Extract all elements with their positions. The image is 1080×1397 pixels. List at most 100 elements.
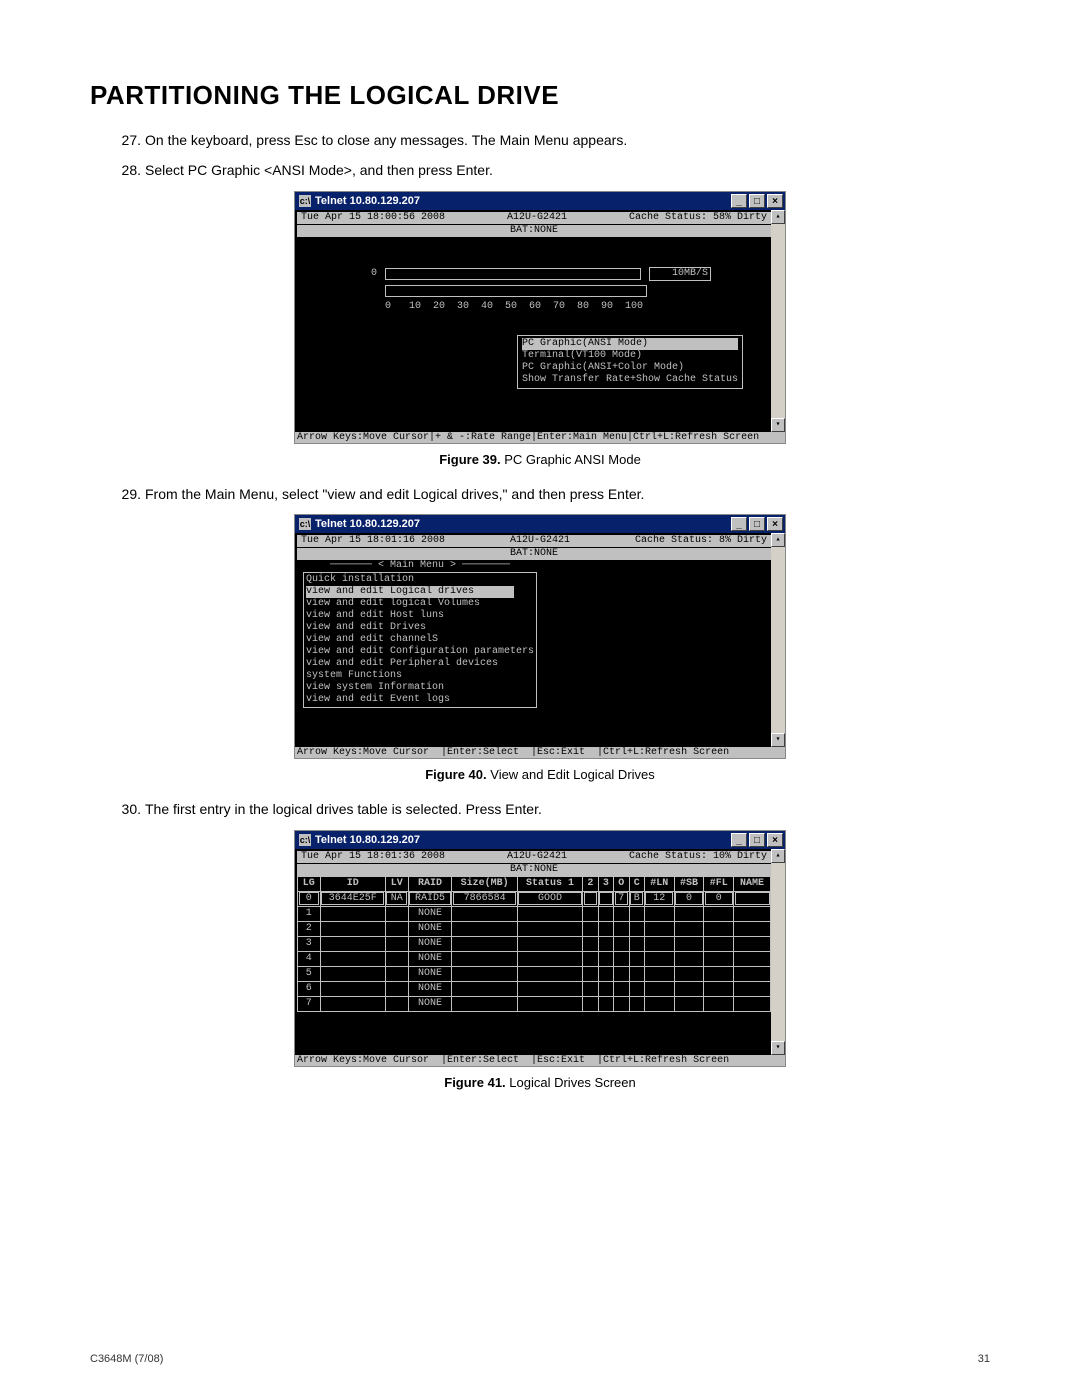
close-button[interactable]: ×: [767, 833, 783, 847]
page-footer: C3648M (7/08) 31: [90, 1353, 990, 1365]
table-cell: [644, 966, 674, 981]
table-cell: 6: [298, 981, 321, 996]
table-cell: [385, 981, 408, 996]
table-cell: [629, 921, 644, 936]
table-cell: [320, 966, 385, 981]
menu-item-pc-graphic-ansi[interactable]: PC Graphic(ANSI Mode): [522, 338, 738, 350]
table-cell: [614, 966, 629, 981]
table-cell: [629, 906, 644, 921]
table-header-cell: LV: [385, 876, 408, 891]
table-cell: [674, 921, 704, 936]
logical-drives-table[interactable]: LGIDLVRAIDSize(MB)Status 123OC#LN#SB#FLN…: [297, 876, 771, 1012]
menu-item-quick-install[interactable]: Quick installation: [306, 574, 534, 586]
table-cell: GOOD: [517, 891, 582, 906]
table-cell: 3: [298, 936, 321, 951]
table-cell: [704, 906, 734, 921]
menu-item-drives[interactable]: view and edit Drives: [306, 622, 534, 634]
table-cell: [614, 921, 629, 936]
table-cell: [517, 966, 582, 981]
table-cell: [704, 996, 734, 1011]
table-cell: [734, 996, 771, 1011]
scroll-up-icon[interactable]: ▴: [771, 210, 785, 224]
table-cell: [320, 906, 385, 921]
table-cell: 0: [674, 891, 704, 906]
table-row[interactable]: 3NONE: [298, 936, 771, 951]
table-header-cell: Status 1: [517, 876, 582, 891]
table-cell: [614, 936, 629, 951]
mode-menu[interactable]: PC Graphic(ANSI Mode) Terminal(VT100 Mod…: [517, 335, 743, 389]
table-row[interactable]: 4NONE: [298, 951, 771, 966]
scrollbar[interactable]: ▴ ▾: [771, 210, 785, 432]
table-row[interactable]: 7NONE: [298, 996, 771, 1011]
menu-item-config-params[interactable]: view and edit Configuration parameters: [306, 646, 534, 658]
table-cell: [320, 981, 385, 996]
table-row[interactable]: 1NONE: [298, 906, 771, 921]
table-cell: [629, 966, 644, 981]
step-29: 29.From the Main Menu, select "view and …: [145, 483, 990, 505]
table-cell: [452, 981, 517, 996]
scroll-up-icon[interactable]: ▴: [771, 533, 785, 547]
terminal-hints: Arrow Keys:Move Cursor |Enter:Select |Es…: [295, 1055, 785, 1066]
table-cell: 4: [298, 951, 321, 966]
close-button[interactable]: ×: [767, 194, 783, 208]
menu-item-channels[interactable]: view and edit channelS: [306, 634, 534, 646]
table-cell: [452, 921, 517, 936]
table-cell: [734, 966, 771, 981]
table-cell: [644, 951, 674, 966]
table-cell: [517, 981, 582, 996]
table-cell: [452, 996, 517, 1011]
terminal-hints: Arrow Keys:Move Cursor|+ & -:Rate Range|…: [295, 432, 785, 443]
maximize-button[interactable]: □: [749, 194, 765, 208]
minimize-button[interactable]: _: [731, 517, 747, 531]
footer-page-number: 31: [978, 1353, 990, 1365]
menu-item-terminal-vt100[interactable]: Terminal(VT100 Mode): [522, 350, 738, 362]
window-titlebar[interactable]: c:\ Telnet 10.80.129.207 _ □ ×: [295, 515, 785, 533]
menu-item-pc-graphic-ansi-color[interactable]: PC Graphic(ANSI+Color Mode): [522, 362, 738, 374]
table-row[interactable]: 6NONE: [298, 981, 771, 996]
table-cell: [385, 996, 408, 1011]
table-cell: [734, 906, 771, 921]
table-cell: 2: [298, 921, 321, 936]
cmd-icon: c:\: [299, 834, 311, 846]
scrollbar[interactable]: ▴ ▾: [771, 849, 785, 1055]
close-button[interactable]: ×: [767, 517, 783, 531]
menu-item-system-functions[interactable]: system Functions: [306, 670, 534, 682]
table-row[interactable]: 5NONE: [298, 966, 771, 981]
scroll-down-icon[interactable]: ▾: [771, 733, 785, 747]
menu-item-host-luns[interactable]: view and edit Host luns: [306, 610, 534, 622]
table-cell: [583, 921, 598, 936]
telnet-window-fig40: c:\ Telnet 10.80.129.207 _ □ × Tue Apr 1…: [295, 515, 785, 758]
window-titlebar[interactable]: c:\ Telnet 10.80.129.207 _ □ ×: [295, 831, 785, 849]
table-cell: 12: [644, 891, 674, 906]
table-cell: 0: [704, 891, 734, 906]
menu-item-show-transfer-cache[interactable]: Show Transfer Rate+Show Cache Status: [522, 374, 738, 386]
status-header: Tue Apr 15 18:00:56 2008 A12U-G2421 Cach…: [297, 212, 771, 224]
menu-item-system-info[interactable]: view system Information: [306, 682, 534, 694]
menu-item-peripheral[interactable]: view and edit Peripheral devices: [306, 658, 534, 670]
main-menu[interactable]: ─────── < Main Menu > ──────── Quick ins…: [303, 560, 537, 708]
table-header-cell: Size(MB): [452, 876, 517, 891]
maximize-button[interactable]: □: [749, 517, 765, 531]
table-row[interactable]: 2NONE: [298, 921, 771, 936]
table-header-cell: 3: [598, 876, 613, 891]
minimize-button[interactable]: _: [731, 833, 747, 847]
minimize-button[interactable]: _: [731, 194, 747, 208]
table-cell: [704, 966, 734, 981]
window-titlebar[interactable]: c:\ Telnet 10.80.129.207 _ □ ×: [295, 192, 785, 210]
step-28: 28.Select PC Graphic <ANSI Mode>, and th…: [145, 159, 990, 181]
table-cell: NONE: [408, 996, 452, 1011]
table-header-cell: #FL: [704, 876, 734, 891]
scrollbar[interactable]: ▴ ▾: [771, 533, 785, 747]
menu-item-event-logs[interactable]: view and edit Event logs: [306, 694, 534, 706]
scroll-down-icon[interactable]: ▾: [771, 1041, 785, 1055]
table-header-cell: C: [629, 876, 644, 891]
table-cell: [598, 906, 613, 921]
step-30: 30.The first entry in the logical drives…: [145, 798, 990, 820]
menu-item-logical-drives[interactable]: view and edit Logical drives: [306, 586, 514, 598]
scroll-down-icon[interactable]: ▾: [771, 418, 785, 432]
scroll-up-icon[interactable]: ▴: [771, 849, 785, 863]
maximize-button[interactable]: □: [749, 833, 765, 847]
cmd-icon: c:\: [299, 195, 311, 207]
table-row[interactable]: 03644E25FNARAID57866584GOOD7B1200: [298, 891, 771, 906]
menu-item-logical-volumes[interactable]: view and edit logical Volumes: [306, 598, 534, 610]
